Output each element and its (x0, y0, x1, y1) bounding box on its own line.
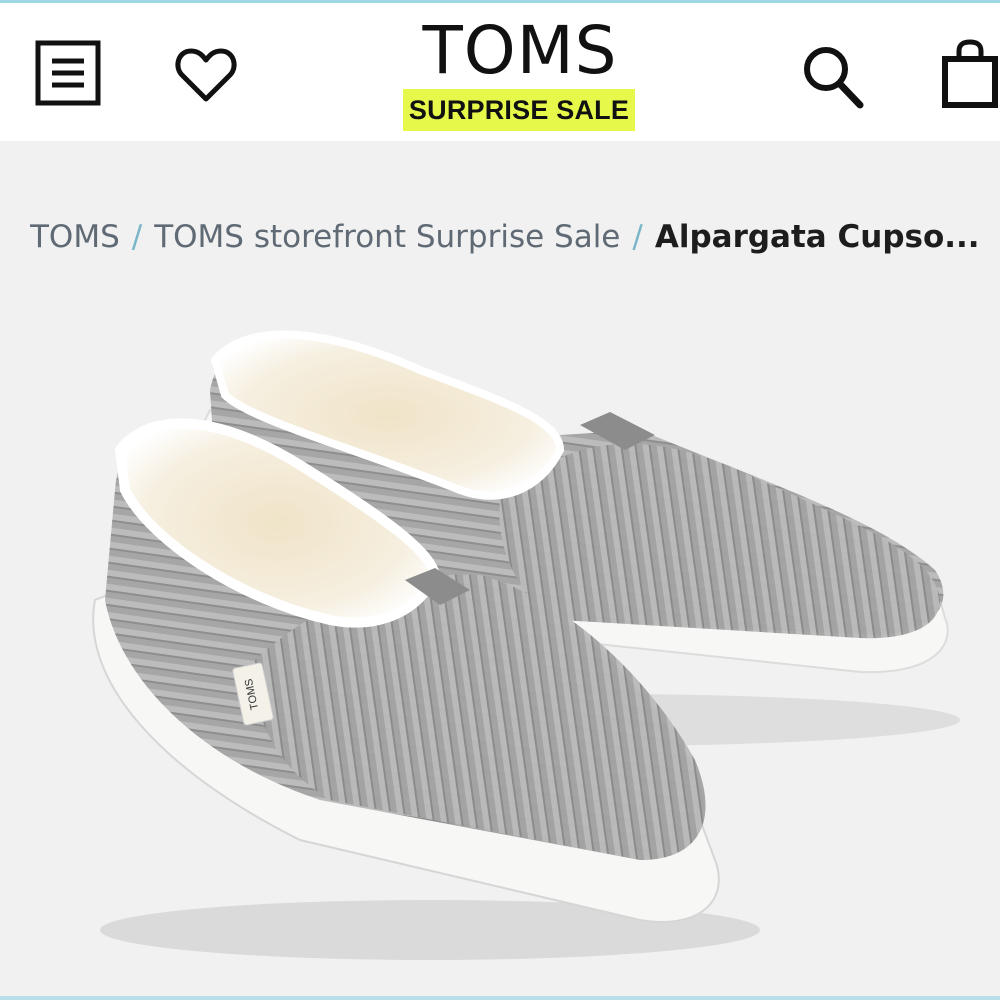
sale-badge[interactable]: SURPRISE SALE (403, 89, 635, 131)
breadcrumb-item-surprise-sale[interactable]: TOMS storefront Surprise Sale (154, 219, 620, 255)
bottom-accent-line (0, 996, 1000, 1000)
site-header: TOMS SURPRISE SALE (0, 3, 1000, 141)
breadcrumb-current: Alpargata Cupso... (654, 219, 980, 255)
brand-logo[interactable]: TOMS (360, 11, 680, 91)
product-image[interactable]: TOMS (0, 300, 1000, 980)
breadcrumb-separator: / (131, 219, 143, 255)
breadcrumb-separator: / (632, 219, 643, 255)
breadcrumb: TOMS / TOMS storefront Surprise Sale / Alpar… (30, 212, 1000, 262)
shopping-bag-icon[interactable] (940, 39, 1000, 109)
menu-icon[interactable] (34, 39, 102, 107)
breadcrumb-item-toms[interactable]: TOMS (30, 219, 120, 255)
heart-icon[interactable] (174, 45, 238, 105)
search-icon[interactable] (800, 43, 866, 111)
